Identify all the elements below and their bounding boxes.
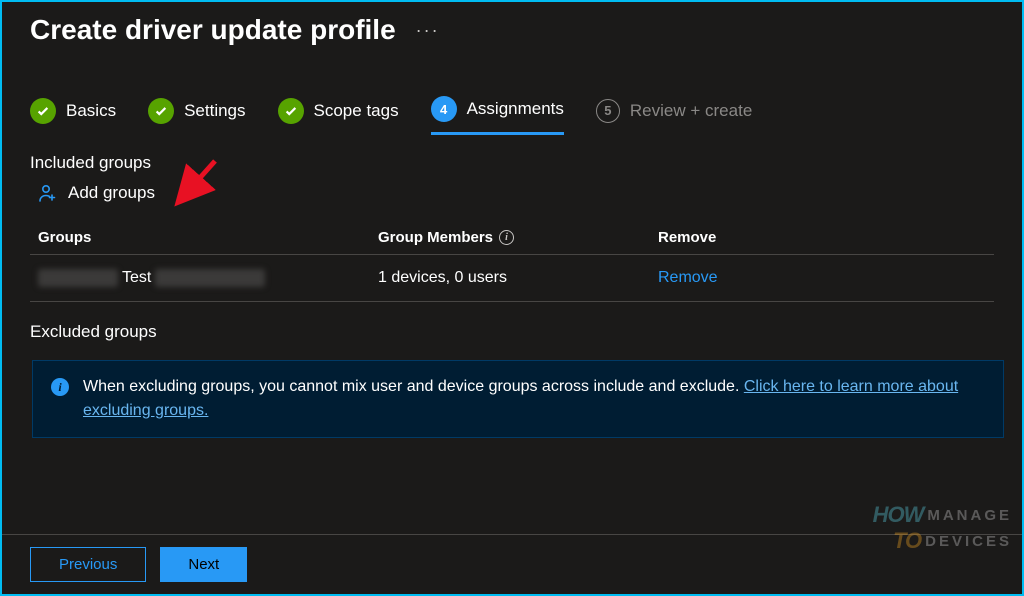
more-menu-icon[interactable]: ···	[416, 20, 440, 41]
step-number-icon: 5	[596, 99, 620, 123]
step-basics[interactable]: Basics	[30, 96, 116, 135]
previous-button[interactable]: Previous	[30, 547, 146, 582]
step-review-create[interactable]: 5 Review + create	[596, 96, 752, 135]
footer: Previous Next	[2, 534, 1022, 594]
step-assignments[interactable]: 4 Assignments	[431, 96, 564, 135]
info-icon: i	[51, 378, 69, 396]
add-groups-button[interactable]: Add groups	[38, 183, 994, 203]
info-icon[interactable]: i	[499, 230, 514, 245]
included-groups-heading: Included groups	[30, 153, 994, 173]
column-members: Group Members i	[378, 229, 658, 246]
step-label: Settings	[184, 101, 245, 121]
remove-link[interactable]: Remove	[658, 269, 838, 287]
group-members-value: 1 devices, 0 users	[378, 269, 658, 287]
info-banner: i When excluding groups, you cannot mix …	[32, 360, 1004, 438]
wizard-steps: Basics Settings Scope tags 4 Assignments…	[30, 96, 994, 135]
column-remove: Remove	[658, 229, 838, 246]
add-groups-label: Add groups	[68, 183, 155, 203]
redacted-text	[38, 269, 118, 287]
excluded-groups-heading: Excluded groups	[30, 322, 994, 342]
step-label: Review + create	[630, 101, 752, 121]
redacted-text	[155, 269, 265, 287]
check-icon	[278, 98, 304, 124]
step-label: Scope tags	[314, 101, 399, 121]
table-header: Groups Group Members i Remove	[30, 221, 994, 255]
step-scope-tags[interactable]: Scope tags	[278, 96, 399, 135]
check-icon	[30, 98, 56, 124]
check-icon	[148, 98, 174, 124]
step-number-icon: 4	[431, 96, 457, 122]
group-name: Test	[122, 269, 151, 287]
column-groups: Groups	[38, 229, 378, 246]
next-button[interactable]: Next	[160, 547, 247, 582]
person-add-icon	[38, 183, 58, 203]
group-name-cell: Test	[38, 269, 378, 287]
step-label: Basics	[66, 101, 116, 121]
table-row: Test 1 devices, 0 users Remove	[30, 255, 994, 302]
included-groups-table: Groups Group Members i Remove Test 1 dev…	[30, 221, 994, 302]
banner-text: When excluding groups, you cannot mix us…	[83, 375, 985, 423]
page-title: Create driver update profile	[30, 14, 396, 46]
step-settings[interactable]: Settings	[148, 96, 245, 135]
step-label: Assignments	[467, 99, 564, 119]
